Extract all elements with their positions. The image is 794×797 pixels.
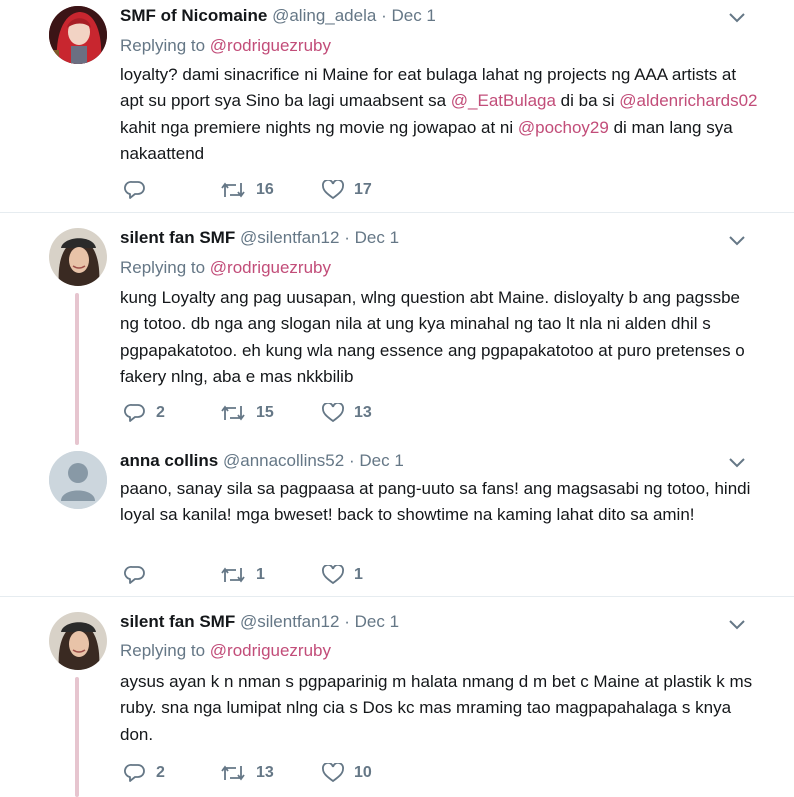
replying-to-handle[interactable]: @rodriguezruby [210, 258, 331, 277]
like-icon [322, 763, 344, 783]
tweet-header: silent fan SMF @silentfan12 · Dec 1 [120, 612, 399, 632]
thread-line [75, 677, 79, 797]
chevron-down-icon[interactable] [728, 12, 746, 24]
timestamp[interactable]: Dec 1 [359, 451, 403, 470]
retweet-count: 15 [256, 404, 274, 421]
tweet-text: loyalty? dami sinacrifice ni Maine for e… [120, 62, 760, 168]
like-count: 17 [354, 181, 372, 198]
separator: · [344, 228, 350, 247]
replying-to-handle[interactable]: @rodriguezruby [210, 36, 331, 55]
like-icon [322, 180, 344, 200]
retweet-button[interactable]: 13 [220, 761, 274, 785]
like-count: 13 [354, 404, 372, 421]
like-button[interactable]: 17 [322, 178, 372, 202]
avatar[interactable] [49, 612, 107, 670]
tweet[interactable]: SMF of Nicomaine @aling_adela · Dec 1 Re… [0, 0, 794, 212]
retweet-button[interactable]: 15 [220, 401, 274, 425]
mention-link[interactable]: @pochoy29 [518, 118, 609, 137]
tweet-header: anna collins @annacollins52 · Dec 1 [120, 451, 404, 471]
thread-line [75, 293, 79, 445]
username[interactable]: @aling_adela [272, 6, 376, 25]
like-button[interactable]: 13 [322, 401, 372, 425]
timestamp[interactable]: Dec 1 [391, 6, 435, 25]
reply-count: 2 [156, 404, 165, 421]
replying-to-label: Replying to [120, 641, 206, 660]
display-name[interactable]: anna collins [120, 451, 218, 470]
like-button[interactable]: 1 [322, 563, 363, 587]
tweet[interactable]: silent fan SMF @silentfan12 · Dec 1 Repl… [0, 597, 794, 797]
chevron-down-icon[interactable] [728, 235, 746, 247]
tweet-actions: 16 17 [120, 178, 420, 202]
reply-button[interactable] [124, 563, 156, 587]
reply-icon [124, 566, 145, 584]
retweet-icon [221, 182, 245, 198]
retweet-icon [221, 567, 245, 583]
tweet-actions: 2 15 13 [120, 401, 420, 425]
tweet[interactable]: silent fan SMF @silentfan12 · Dec 1 Repl… [0, 213, 794, 445]
replying-to-handle[interactable]: @rodriguezruby [210, 641, 331, 660]
tweet-text-segment: di ba si [555, 91, 620, 111]
tweet-actions: 2 13 10 [120, 761, 420, 785]
retweet-count: 16 [256, 181, 274, 198]
reply-count: 2 [156, 764, 165, 781]
like-icon [322, 565, 344, 585]
avatar[interactable] [49, 228, 107, 286]
like-icon [322, 403, 344, 423]
replying-to: Replying to @rodriguezruby [120, 258, 331, 278]
display-name[interactable]: SMF of Nicomaine [120, 6, 267, 25]
avatar[interactable] [49, 451, 107, 509]
retweet-count: 13 [256, 764, 274, 781]
separator: · [381, 6, 387, 25]
tweet[interactable]: anna collins @annacollins52 · Dec 1 paan… [0, 445, 794, 596]
tweet-text-segment: kahit nga premiere nights ng movie ng jo… [120, 117, 518, 137]
like-count: 10 [354, 764, 372, 781]
mention-link[interactable]: @aldenrichards02 [619, 91, 757, 110]
tweet-header: silent fan SMF @silentfan12 · Dec 1 [120, 228, 399, 248]
mention-link[interactable]: @_EatBulaga [451, 91, 556, 110]
tweet-header: SMF of Nicomaine @aling_adela · Dec 1 [120, 6, 436, 26]
like-button[interactable]: 10 [322, 761, 372, 785]
reply-button[interactable]: 2 [124, 761, 165, 785]
display-name[interactable]: silent fan SMF [120, 228, 235, 247]
avatar[interactable] [49, 6, 107, 64]
chevron-down-icon[interactable] [728, 457, 746, 469]
replying-to-label: Replying to [120, 36, 206, 55]
tweet-text: aysus ayan k n nman s pgpaparinig m hala… [120, 672, 753, 744]
tweet-text: kung Loyalty ang pag uusapan, wlng quest… [120, 288, 745, 387]
retweet-button[interactable]: 16 [220, 178, 274, 202]
tweet-text: paano, sanay sila sa pagpaasa at pang-uu… [120, 479, 751, 525]
chevron-down-icon[interactable] [728, 619, 746, 631]
separator: · [348, 451, 355, 470]
reply-button[interactable] [124, 178, 156, 202]
username[interactable]: @silentfan12 [240, 228, 340, 247]
like-count: 1 [354, 566, 363, 583]
reply-icon [124, 181, 145, 199]
retweet-icon [221, 405, 245, 421]
reply-icon [124, 764, 145, 782]
username[interactable]: @annacollins52 [223, 451, 344, 470]
tweet-actions: 1 1 [120, 563, 420, 587]
replying-to-label: Replying to [120, 258, 206, 277]
replying-to: Replying to @rodriguezruby [120, 36, 331, 56]
display-name[interactable]: silent fan SMF [120, 612, 235, 631]
separator: · [344, 612, 350, 631]
timestamp[interactable]: Dec 1 [355, 612, 399, 631]
retweet-count: 1 [256, 566, 265, 583]
reply-icon [124, 404, 145, 422]
username[interactable]: @silentfan12 [240, 612, 340, 631]
replying-to: Replying to @rodriguezruby [120, 641, 331, 661]
timestamp[interactable]: Dec 1 [355, 228, 399, 247]
reply-button[interactable]: 2 [124, 401, 165, 425]
retweet-button[interactable]: 1 [220, 563, 265, 587]
retweet-icon [221, 765, 245, 781]
